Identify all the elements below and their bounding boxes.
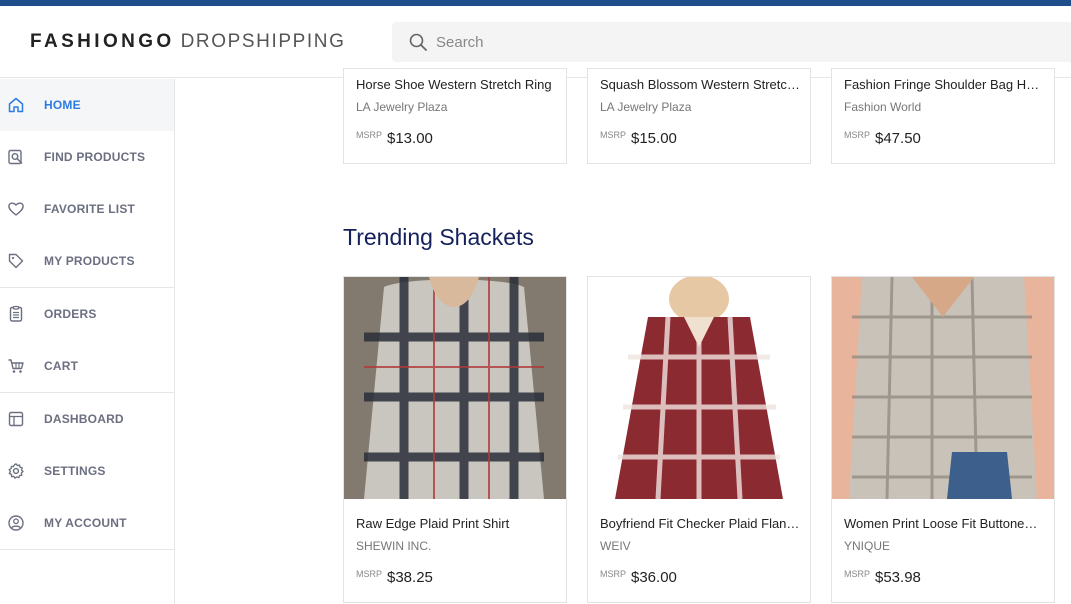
account-icon — [8, 515, 24, 531]
product-card[interactable]: Horse Shoe Western Stretch Ring LA Jewel… — [343, 68, 567, 164]
product-image[interactable] — [344, 277, 566, 499]
dashboard-icon — [8, 411, 24, 427]
sidebar-item-dashboard[interactable]: DASHBOARD — [0, 393, 174, 445]
sidebar-item-label: MY PRODUCTS — [44, 254, 135, 268]
product-name[interactable]: Squash Blossom Western Stretch Ring — [600, 77, 800, 92]
product-price: $38.25 — [387, 569, 433, 586]
nav-group-account: DASHBOARD SETTINGS MY ACCOUNT — [0, 393, 174, 550]
product-card[interactable]: Fashion Fringe Shoulder Bag Hobo Fashion… — [831, 68, 1055, 164]
search-input[interactable] — [436, 22, 1036, 62]
sidebar-item-label: HOME — [44, 98, 81, 112]
section-title: Trending Shackets — [343, 224, 534, 250]
sidebar-item-favorite-list[interactable]: FAVORITE LIST — [0, 183, 174, 235]
product-vendor[interactable]: LA Jewelry Plaza — [600, 100, 691, 114]
product-name[interactable]: Fashion Fringe Shoulder Bag Hobo — [844, 77, 1044, 92]
sidebar-item-label: CART — [44, 359, 79, 373]
product-price: $36.00 — [631, 569, 677, 586]
tag-icon — [8, 253, 24, 269]
msrp-label: MSRP — [600, 130, 627, 140]
product-card[interactable]: Boyfriend Fit Checker Plaid Flannel Shir… — [587, 276, 811, 603]
sidebar-item-label: SETTINGS — [44, 464, 106, 478]
search-bar — [392, 22, 1071, 62]
sidebar-item-orders[interactable]: ORDERS — [0, 288, 174, 340]
sidebar-item-my-account[interactable]: MY ACCOUNT — [0, 497, 174, 549]
product-vendor[interactable]: SHEWIN INC. — [356, 539, 431, 553]
cart-icon — [8, 359, 24, 373]
sidebar-item-home[interactable]: HOME — [0, 79, 174, 131]
home-icon — [8, 97, 24, 113]
product-name[interactable]: Boyfriend Fit Checker Plaid Flannel Shir… — [600, 516, 800, 531]
msrp-label: MSRP — [600, 569, 627, 579]
product-price: $15.00 — [631, 130, 677, 147]
product-image[interactable] — [588, 277, 810, 499]
sidebar-item-label: ORDERS — [44, 307, 97, 321]
logo[interactable]: FASHIONGO DROPSHIPPING — [30, 31, 346, 53]
product-vendor[interactable]: LA Jewelry Plaza — [356, 100, 447, 114]
nav-group-orders: ORDERS CART — [0, 288, 174, 393]
clipboard-icon — [9, 305, 23, 322]
sidebar-item-cart[interactable]: CART — [0, 340, 174, 392]
msrp-label: MSRP — [844, 569, 871, 579]
sidebar: HOME FIND PRODUCTS FAVORITE LIST MY PROD… — [0, 79, 175, 604]
find-products-icon — [8, 149, 23, 165]
gear-icon — [8, 463, 24, 479]
msrp-label: MSRP — [356, 569, 383, 579]
product-card[interactable]: Women Print Loose Fit Buttoned Shacket Y… — [831, 276, 1055, 603]
product-vendor[interactable]: WEIV — [600, 539, 631, 553]
sidebar-item-settings[interactable]: SETTINGS — [0, 445, 174, 497]
sidebar-item-label: FIND PRODUCTS — [44, 150, 146, 164]
product-name[interactable]: Women Print Loose Fit Buttoned Shacket — [844, 516, 1044, 531]
sidebar-item-label: DASHBOARD — [44, 412, 124, 426]
nav-group-main: HOME FIND PRODUCTS FAVORITE LIST MY PROD… — [0, 79, 174, 288]
product-image[interactable] — [832, 277, 1054, 499]
heart-icon — [8, 202, 24, 216]
product-vendor[interactable]: YNIQUE — [844, 539, 890, 553]
product-price: $13.00 — [387, 130, 433, 147]
msrp-label: MSRP — [356, 130, 383, 140]
sidebar-item-my-products[interactable]: MY PRODUCTS — [0, 235, 174, 287]
product-name[interactable]: Raw Edge Plaid Print Shirt — [356, 516, 556, 531]
search-icon[interactable] — [408, 32, 428, 52]
product-price: $47.50 — [875, 130, 921, 147]
product-price: $53.98 — [875, 569, 921, 586]
msrp-label: MSRP — [844, 130, 871, 140]
product-vendor[interactable]: Fashion World — [844, 100, 921, 114]
logo-sub: DROPSHIPPING — [180, 31, 346, 52]
sidebar-item-label: FAVORITE LIST — [44, 202, 136, 216]
product-name[interactable]: Horse Shoe Western Stretch Ring — [356, 77, 556, 92]
sidebar-item-find-products[interactable]: FIND PRODUCTS — [0, 131, 174, 183]
logo-brand: FASHIONGO — [30, 31, 175, 52]
product-card[interactable]: Squash Blossom Western Stretch Ring LA J… — [587, 68, 811, 164]
sidebar-item-label: MY ACCOUNT — [44, 516, 127, 530]
product-card[interactable]: Raw Edge Plaid Print Shirt SHEWIN INC. M… — [343, 276, 567, 603]
